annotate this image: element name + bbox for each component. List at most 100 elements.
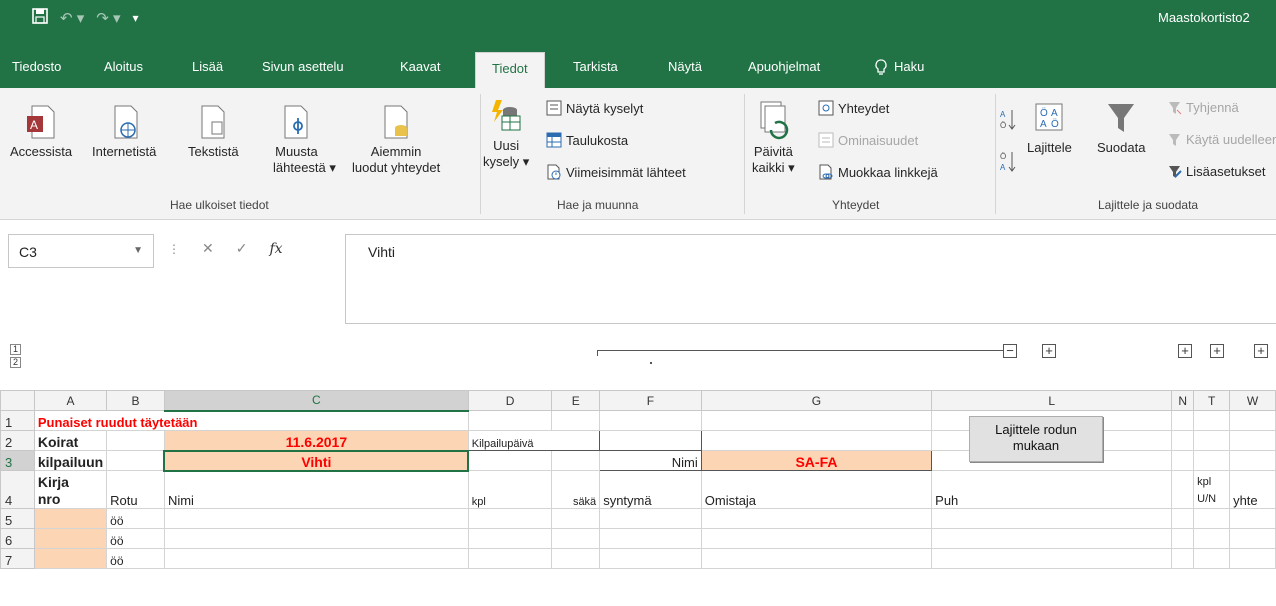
- cell-a4[interactable]: Kirja nro: [33, 470, 108, 509]
- cell[interactable]: [1171, 430, 1195, 451]
- row-header-2[interactable]: 2: [0, 430, 35, 451]
- sort-z-to-a-button[interactable]: ÖA: [1000, 150, 1016, 174]
- tab-tiedot[interactable]: Tiedot: [475, 52, 545, 88]
- outline-level-1[interactable]: 1: [10, 344, 21, 355]
- column-header-c[interactable]: C: [163, 390, 469, 412]
- row-header-1[interactable]: 1: [0, 410, 35, 431]
- column-header-f[interactable]: F: [599, 390, 702, 411]
- cell[interactable]: [1171, 450, 1195, 471]
- cell-c4[interactable]: Nimi: [163, 470, 469, 509]
- cell-c2[interactable]: 11.6.2017: [163, 430, 469, 451]
- select-all-corner[interactable]: [0, 390, 35, 411]
- cell[interactable]: [551, 548, 601, 569]
- expand-group-button[interactable]: +: [1178, 344, 1192, 358]
- sort-button[interactable]: ÖAAÖ Lajittele: [1027, 100, 1072, 156]
- cell-l4[interactable]: Puh: [931, 470, 1173, 509]
- expand-group-button[interactable]: +: [1210, 344, 1224, 358]
- cell[interactable]: [1171, 528, 1195, 549]
- cell[interactable]: [551, 450, 601, 471]
- cell-a6[interactable]: [33, 528, 108, 549]
- cell[interactable]: [106, 430, 165, 451]
- column-header-w[interactable]: W: [1229, 390, 1276, 411]
- cell[interactable]: [1193, 410, 1231, 431]
- cell-d4[interactable]: kpl: [467, 470, 553, 509]
- cell[interactable]: [931, 528, 1173, 549]
- cell[interactable]: [700, 548, 933, 569]
- cell[interactable]: [1229, 410, 1276, 431]
- cell[interactable]: [163, 508, 469, 529]
- expand-group-button[interactable]: +: [1254, 344, 1268, 358]
- cell[interactable]: [467, 508, 553, 529]
- cell-f3[interactable]: Nimi: [599, 450, 702, 471]
- enter-icon[interactable]: ✓: [236, 240, 248, 257]
- cell[interactable]: [700, 430, 933, 451]
- from-table-button[interactable]: Taulukosta: [546, 132, 628, 148]
- cell[interactable]: [1193, 430, 1231, 451]
- tab-apuohjelmat[interactable]: Apuohjelmat: [748, 50, 820, 84]
- expand-group-button[interactable]: +: [1042, 344, 1056, 358]
- cell[interactable]: [1229, 528, 1276, 549]
- cell[interactable]: [551, 410, 601, 431]
- cell[interactable]: [1229, 548, 1276, 569]
- cell[interactable]: [1193, 508, 1231, 529]
- cell-t4[interactable]: kpl U/N: [1193, 470, 1231, 509]
- cell-b5[interactable]: öö: [106, 508, 165, 529]
- tab-haku[interactable]: Haku: [874, 50, 924, 84]
- cell-f4[interactable]: syntymä: [599, 470, 702, 509]
- cell[interactable]: [599, 410, 702, 431]
- cancel-icon[interactable]: ✕: [202, 240, 214, 257]
- outline-level-2[interactable]: 2: [10, 357, 21, 368]
- column-header-t[interactable]: T: [1193, 390, 1231, 411]
- cell[interactable]: [1193, 450, 1231, 471]
- cell[interactable]: [106, 450, 165, 471]
- collapse-group-button[interactable]: −: [1003, 344, 1017, 358]
- cell-w4[interactable]: yhte: [1229, 470, 1276, 509]
- cell[interactable]: [1229, 450, 1276, 471]
- name-box[interactable]: C3 ▼: [8, 234, 154, 268]
- cell-d2[interactable]: Kilpailupäivä: [467, 430, 601, 451]
- cell-a7[interactable]: [33, 548, 108, 569]
- column-header-e[interactable]: E: [551, 390, 601, 411]
- recent-sources-button[interactable]: Viimeisimmät lähteet: [546, 164, 686, 180]
- sort-a-to-z-button[interactable]: AÖ: [1000, 108, 1016, 132]
- cell[interactable]: [163, 528, 469, 549]
- cell[interactable]: [700, 508, 933, 529]
- cell[interactable]: [931, 508, 1173, 529]
- cell-g4[interactable]: Omistaja: [700, 470, 933, 509]
- column-header-n[interactable]: N: [1171, 390, 1195, 411]
- connections-button[interactable]: Yhteydet: [818, 100, 889, 116]
- cell[interactable]: [467, 450, 553, 471]
- column-header-g[interactable]: G: [700, 390, 933, 411]
- column-header-a[interactable]: A: [33, 390, 108, 411]
- cell[interactable]: [467, 528, 553, 549]
- sort-by-breed-button[interactable]: Lajittele rodun mukaan: [969, 416, 1103, 462]
- cell-b7[interactable]: öö: [106, 548, 165, 569]
- cell[interactable]: [1229, 508, 1276, 529]
- cell[interactable]: [931, 548, 1173, 569]
- column-header-d[interactable]: D: [467, 390, 553, 411]
- cell-b4[interactable]: Rotu: [106, 470, 165, 509]
- cell-g3[interactable]: SA-FA: [700, 450, 933, 471]
- cell[interactable]: [551, 528, 601, 549]
- cell[interactable]: [1193, 548, 1231, 569]
- cell[interactable]: [700, 528, 933, 549]
- cell[interactable]: [1193, 528, 1231, 549]
- tab-tiedosto[interactable]: Tiedosto: [12, 50, 61, 84]
- tab-kaavat[interactable]: Kaavat: [400, 50, 440, 84]
- cell-a2[interactable]: Koirat: [33, 430, 108, 451]
- cell[interactable]: [1171, 548, 1195, 569]
- formula-input[interactable]: Vihti: [345, 234, 1276, 324]
- tab-nayta[interactable]: Näytä: [668, 50, 702, 84]
- cell-b6[interactable]: öö: [106, 528, 165, 549]
- cell-a5[interactable]: [33, 508, 108, 529]
- cell[interactable]: [1171, 470, 1195, 509]
- redo-icon[interactable]: ↷ ▾: [96, 9, 120, 27]
- undo-icon[interactable]: ↶ ▾: [60, 9, 84, 27]
- cell[interactable]: [599, 508, 702, 529]
- column-header-b[interactable]: B: [106, 390, 165, 411]
- cell-a1[interactable]: Punaiset ruudut täytetään: [33, 410, 469, 431]
- cell[interactable]: [551, 508, 601, 529]
- cell[interactable]: [700, 410, 933, 431]
- row-header-3[interactable]: 3: [0, 450, 35, 471]
- from-other-sources-button[interactable]: Muusta lähteestä ▾: [265, 104, 336, 176]
